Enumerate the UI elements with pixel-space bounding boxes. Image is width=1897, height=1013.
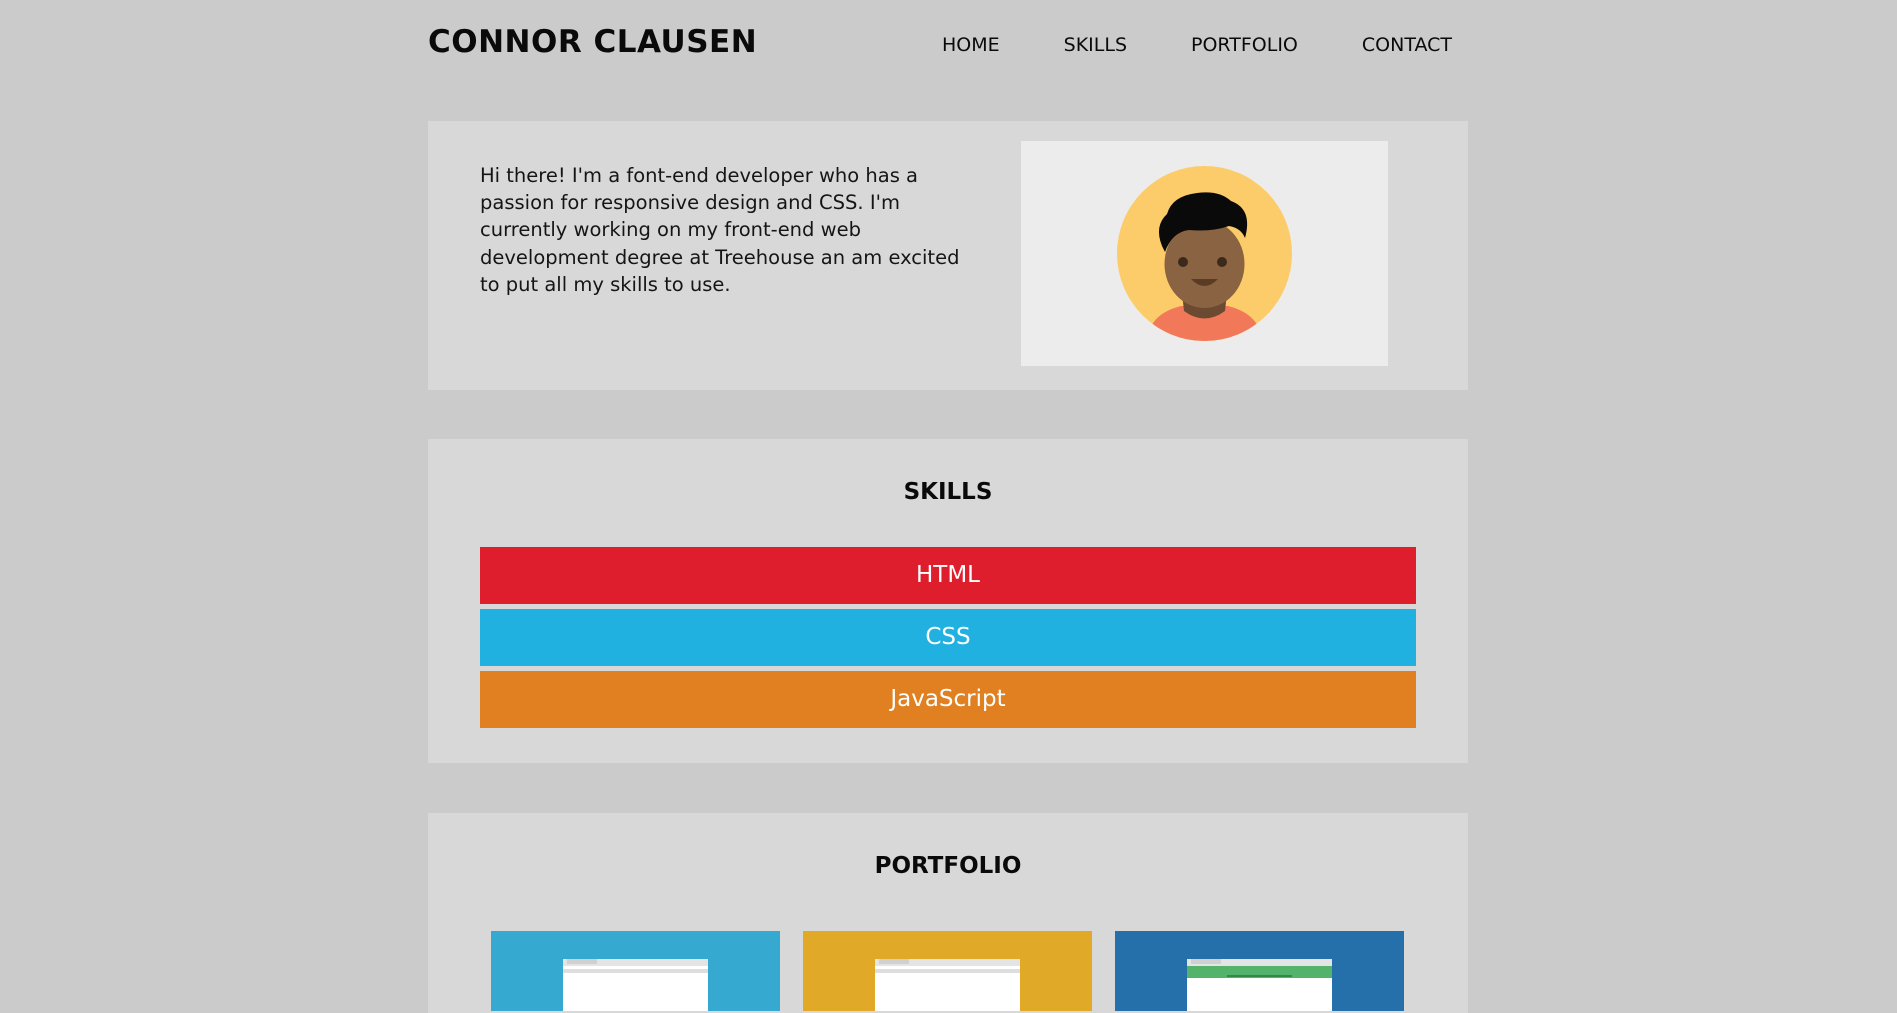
skill-bar-javascript: JavaScript	[480, 671, 1416, 728]
nav-home[interactable]: HOME	[942, 34, 1000, 56]
project-thumbnail	[563, 959, 708, 1011]
intro-section: Hi there! I'm a font-end developer who h…	[428, 121, 1468, 390]
green-banner	[1187, 966, 1332, 978]
skills-section: SKILLS HTML CSS JavaScript	[428, 439, 1468, 763]
skills-heading: SKILLS	[903, 479, 993, 505]
portfolio-item-2[interactable]	[803, 931, 1092, 1011]
site-header: CONNOR CLAUSEN HOME SKILLS PORTFOLIO CON…	[428, 0, 1468, 90]
nav-skills[interactable]: SKILLS	[1064, 34, 1127, 56]
nav-portfolio[interactable]: PORTFOLIO	[1191, 34, 1298, 56]
content-line	[563, 969, 708, 973]
nav-contact[interactable]: CONTACT	[1362, 34, 1452, 56]
site-title: CONNOR CLAUSEN	[428, 24, 758, 60]
project-thumbnail	[1187, 959, 1332, 1011]
project-thumbnail	[875, 959, 1020, 1011]
browser-toolbar-icon	[875, 959, 1020, 966]
portfolio-section: PORTFOLIO	[428, 813, 1468, 1013]
avatar-frame	[1021, 141, 1388, 366]
intro-text: Hi there! I'm a font-end developer who h…	[480, 164, 960, 296]
avatar-icon	[1117, 166, 1292, 341]
portfolio-item-3[interactable]	[1115, 931, 1404, 1011]
browser-toolbar-icon	[1187, 959, 1332, 966]
content-line	[875, 969, 1020, 973]
main-nav: HOME SKILLS PORTFOLIO CONTACT	[942, 34, 1468, 56]
portfolio-heading: PORTFOLIO	[874, 853, 1022, 879]
portfolio-item-1[interactable]	[491, 931, 780, 1011]
skill-bar-html: HTML	[480, 547, 1416, 604]
skill-bar-css: CSS	[480, 609, 1416, 666]
browser-toolbar-icon	[563, 959, 708, 966]
